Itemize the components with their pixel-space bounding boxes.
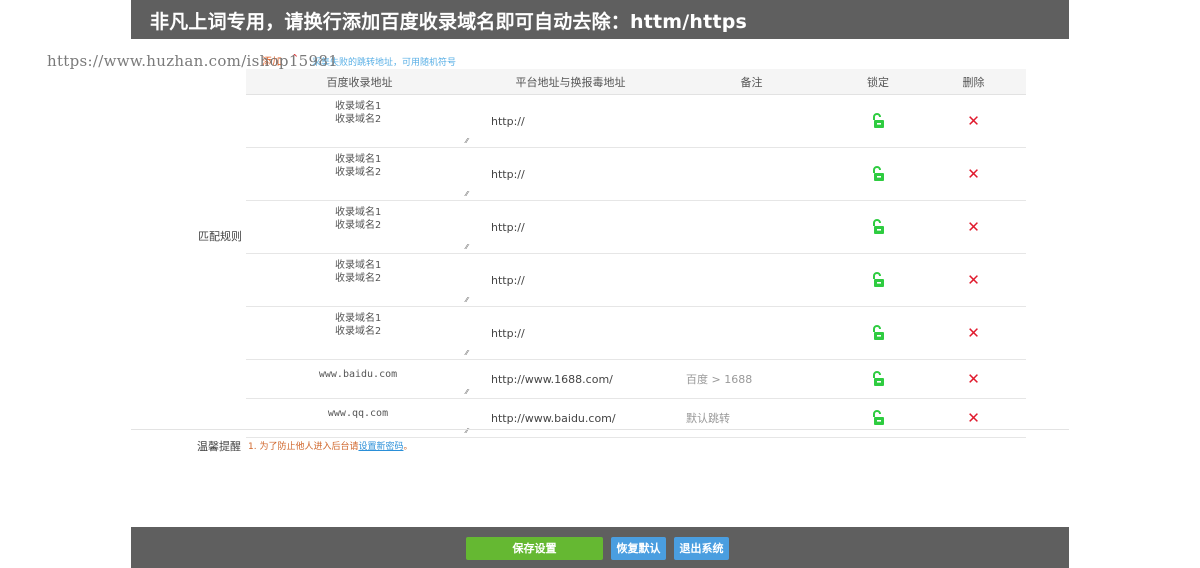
- watermark: https://www.huzhan.com/ishop15981: [47, 52, 339, 70]
- delete-cell: ✕: [921, 306, 1026, 360]
- domain-textarea[interactable]: 收录域名1 收录域名2 ⁄⁄: [246, 254, 473, 306]
- unlock-icon[interactable]: [871, 113, 885, 128]
- platform-field[interactable]: http://: [473, 147, 668, 201]
- note-field[interactable]: 百度 > 1688: [668, 359, 835, 399]
- rule-row: 收录域名1 收录域名2 ⁄⁄ http:// ✕: [246, 306, 1026, 360]
- note-field[interactable]: 默认跳转: [668, 398, 835, 438]
- resize-grip-icon[interactable]: ⁄⁄: [466, 244, 468, 251]
- page-header: 非凡上词专用，请换行添加百度收录域名即可自动去除：httm/https: [131, 0, 1069, 39]
- lock-cell: [835, 94, 921, 148]
- delete-cell: ✕: [921, 147, 1026, 201]
- rules-label: 匹配规则: [198, 230, 242, 243]
- column-header-note: 备注: [668, 69, 835, 95]
- note-field[interactable]: [668, 147, 835, 201]
- delete-icon[interactable]: ✕: [967, 409, 980, 427]
- column-header-delete: 删除: [921, 69, 1026, 95]
- unlock-icon[interactable]: [871, 410, 885, 425]
- domain-cell: 收录域名1 收录域名2 ⁄⁄: [246, 94, 473, 148]
- resize-grip-icon[interactable]: ⁄⁄: [466, 297, 468, 304]
- domain-textarea[interactable]: 收录域名1 收录域名2 ⁄⁄: [246, 201, 473, 253]
- domain-cell: www.qq.com ⁄⁄: [246, 398, 473, 438]
- delete-icon[interactable]: ✕: [967, 271, 980, 289]
- domain-cell: 收录域名1 收录域名2 ⁄⁄: [246, 306, 473, 360]
- tips-end: 。: [403, 442, 413, 452]
- exit-button[interactable]: 退出系统: [674, 537, 729, 560]
- delete-icon[interactable]: ✕: [967, 324, 980, 342]
- rule-row: 收录域名1 收录域名2 ⁄⁄ http:// ✕: [246, 200, 1026, 254]
- domain-text: 收录域名1 收录域名2: [334, 313, 382, 337]
- unlock-icon[interactable]: [871, 371, 885, 386]
- delete-cell: ✕: [921, 398, 1026, 438]
- domain-textarea[interactable]: www.qq.com ⁄⁄: [246, 399, 473, 437]
- domain-cell: 收录域名1 收录域名2 ⁄⁄: [246, 253, 473, 307]
- tips-message: 1. 为了防止他人进入后台请: [248, 442, 359, 452]
- domain-text: 收录域名1 收录域名2: [334, 154, 382, 178]
- divider: [131, 429, 1069, 430]
- save-button[interactable]: 保存设置: [466, 537, 603, 560]
- column-header-platform: 平台地址与换报毒地址: [473, 69, 668, 95]
- note-field[interactable]: [668, 94, 835, 148]
- platform-field[interactable]: http://: [473, 94, 668, 148]
- delete-cell: ✕: [921, 200, 1026, 254]
- set-password-link[interactable]: 设置新密码: [358, 442, 403, 452]
- platform-field[interactable]: http://www.baidu.com/: [473, 398, 668, 438]
- delete-icon[interactable]: ✕: [967, 112, 980, 130]
- platform-field[interactable]: http://www.1688.com/: [473, 359, 668, 399]
- domain-textarea[interactable]: 收录域名1 收录域名2 ⁄⁄: [246, 95, 473, 147]
- rule-row: 收录域名1 收录域名2 ⁄⁄ http:// ✕: [246, 147, 1026, 201]
- domain-text: www.qq.com: [327, 408, 389, 419]
- domain-cell: 收录域名1 收录域名2 ⁄⁄: [246, 200, 473, 254]
- resize-grip-icon[interactable]: ⁄⁄: [466, 350, 468, 357]
- table-header-row: 百度收录地址 平台地址与换报毒地址 备注 锁定 删除: [246, 69, 1026, 95]
- lock-cell: [835, 200, 921, 254]
- resize-grip-icon[interactable]: ⁄⁄: [466, 389, 468, 396]
- reset-button[interactable]: 恢复默认: [611, 537, 666, 560]
- note-field[interactable]: [668, 306, 835, 360]
- resize-grip-icon[interactable]: ⁄⁄: [466, 191, 468, 198]
- lock-cell: [835, 147, 921, 201]
- lock-cell: [835, 306, 921, 360]
- rule-row: www.baidu.com ⁄⁄ http://www.1688.com/百度 > …: [246, 359, 1026, 399]
- domain-text: www.baidu.com: [318, 369, 398, 380]
- platform-field[interactable]: http://: [473, 306, 668, 360]
- resize-grip-icon[interactable]: ⁄⁄: [466, 138, 468, 145]
- rules-table: 百度收录地址 平台地址与换报毒地址 备注 锁定 删除 收录域名1 收录域名2 ⁄⁄…: [246, 69, 1026, 438]
- page-title: 非凡上词专用，请换行添加百度收录域名即可自动去除：httm/https: [150, 11, 748, 33]
- platform-field[interactable]: http://: [473, 200, 668, 254]
- domain-text: 收录域名1 收录域名2: [334, 260, 382, 284]
- domain-text: 收录域名1 收录域名2: [334, 101, 382, 125]
- domain-cell: 收录域名1 收录域名2 ⁄⁄: [246, 147, 473, 201]
- delete-cell: ✕: [921, 359, 1026, 399]
- unlock-icon[interactable]: [871, 219, 885, 234]
- domain-textarea[interactable]: www.baidu.com ⁄⁄: [246, 360, 473, 398]
- note-field[interactable]: [668, 200, 835, 254]
- rule-row: 收录域名1 收录域名2 ⁄⁄ http:// ✕: [246, 94, 1026, 148]
- delete-cell: ✕: [921, 253, 1026, 307]
- rule-row: www.qq.com ⁄⁄ http://www.baidu.com/默认跳转 ✕: [246, 398, 1026, 438]
- unlock-icon[interactable]: [871, 166, 885, 181]
- domain-textarea[interactable]: 收录域名1 收录域名2 ⁄⁄: [246, 307, 473, 359]
- delete-icon[interactable]: ✕: [967, 165, 980, 183]
- note-field[interactable]: [668, 253, 835, 307]
- tips-label: 温馨提醒: [197, 440, 241, 453]
- delete-icon[interactable]: ✕: [967, 370, 980, 388]
- lock-cell: [835, 253, 921, 307]
- column-header-lock: 锁定: [835, 69, 921, 95]
- unlock-icon[interactable]: [871, 325, 885, 340]
- delete-cell: ✕: [921, 94, 1026, 148]
- delete-icon[interactable]: ✕: [967, 218, 980, 236]
- rule-row: 收录域名1 收录域名2 ⁄⁄ http:// ✕: [246, 253, 1026, 307]
- platform-field[interactable]: http://: [473, 253, 668, 307]
- lock-cell: [835, 359, 921, 399]
- column-header-domain: 百度收录地址: [246, 69, 473, 95]
- domain-text: 收录域名1 收录域名2: [334, 207, 382, 231]
- lock-cell: [835, 398, 921, 438]
- tips-text: 1. 为了防止他人进入后台请设置新密码。: [248, 439, 412, 452]
- footer-bar: 保存设置 恢复默认 退出系统: [131, 527, 1069, 568]
- domain-cell: www.baidu.com ⁄⁄: [246, 359, 473, 399]
- unlock-icon[interactable]: [871, 272, 885, 287]
- domain-textarea[interactable]: 收录域名1 收录域名2 ⁄⁄: [246, 148, 473, 200]
